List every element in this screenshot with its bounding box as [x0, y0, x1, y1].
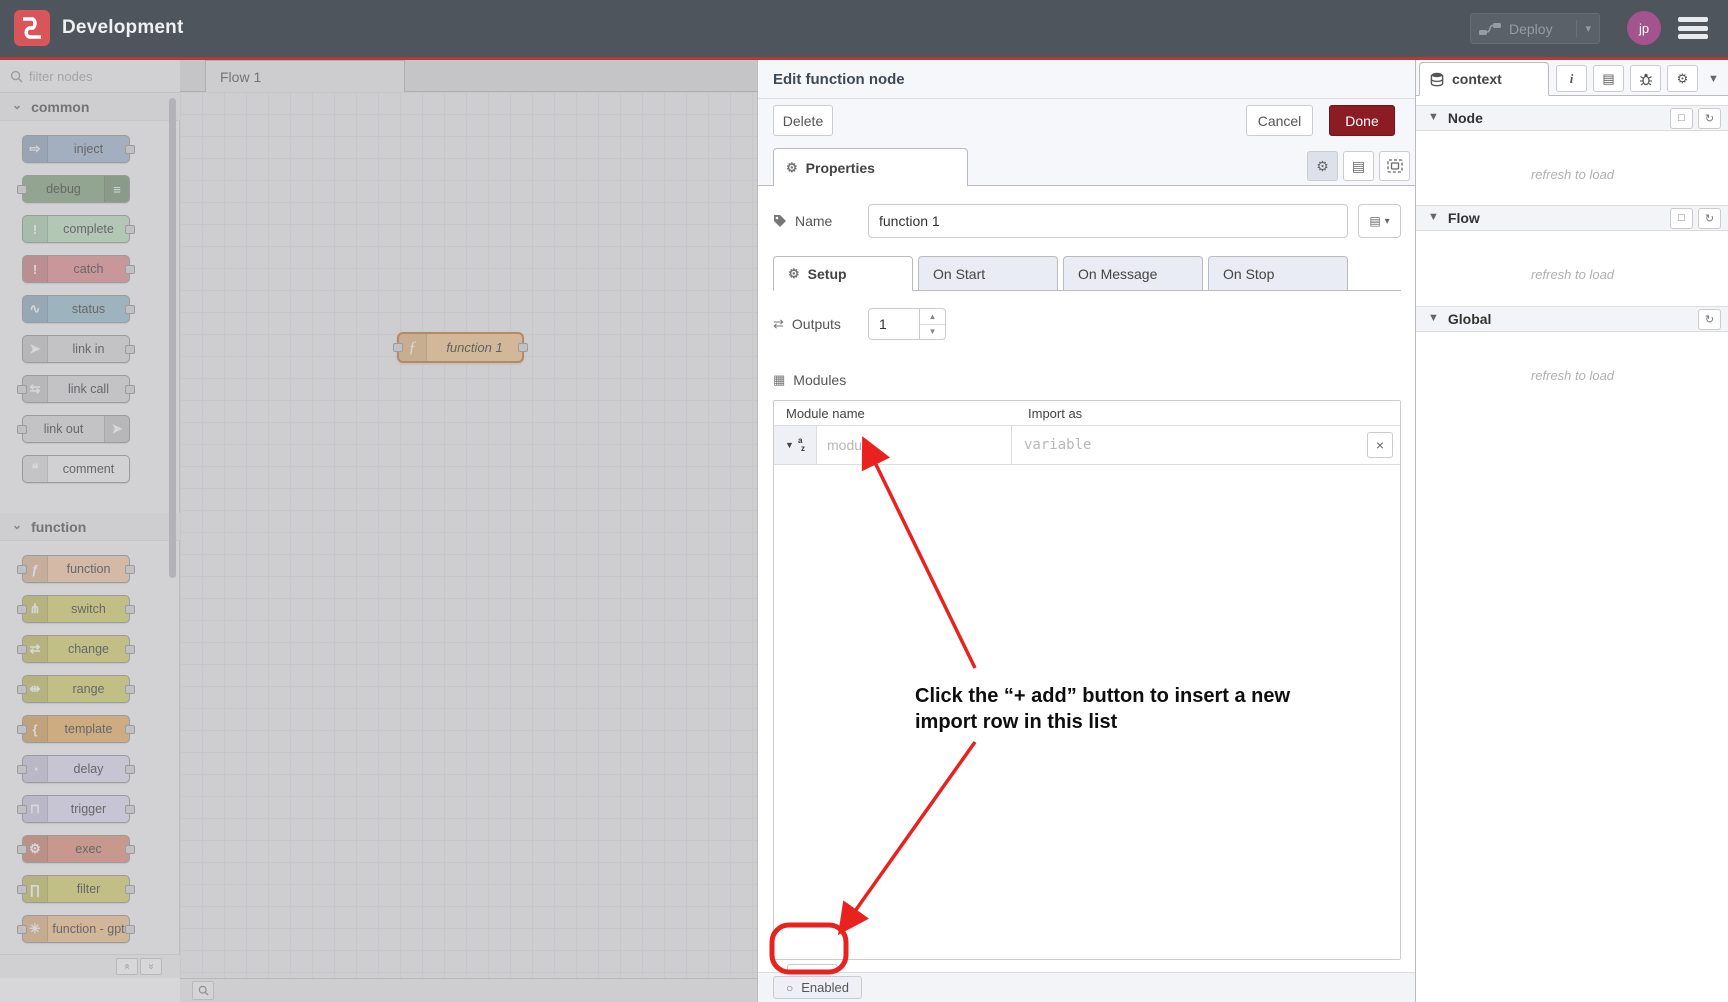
book-icon: ▤	[1602, 71, 1614, 87]
toggle-circle-icon: ○	[786, 981, 793, 995]
app-header: Development Deploy ▾ jp	[0, 0, 1728, 57]
deploy-options-caret-icon[interactable]: ▾	[1576, 20, 1591, 38]
node-red-logo-icon	[14, 10, 50, 46]
spinner-up-button[interactable]: ▲	[920, 309, 945, 325]
main-menu-button[interactable]	[1678, 15, 1708, 41]
tab-on-start[interactable]: On Start	[918, 256, 1058, 291]
config-sidebar-button[interactable]: ⚙	[1667, 65, 1698, 92]
spinner-down-button[interactable]: ▼	[920, 325, 945, 340]
tab-setup[interactable]: ⚙ Setup	[773, 256, 913, 291]
tab-label: On Stop	[1223, 266, 1274, 282]
tag-icon	[773, 214, 787, 228]
context-empty-message: refresh to load	[1416, 167, 1728, 182]
sort-az-icon: az	[798, 437, 805, 453]
section-buttons: □↻	[1670, 108, 1721, 129]
outputs-count-input[interactable]	[868, 308, 920, 340]
deploy-label: Deploy	[1509, 21, 1568, 37]
right-sidebar: context i ▤ ⚙ ▼ ▼Node□↻refresh to loa	[1415, 60, 1728, 1002]
gear-icon: ⚙	[786, 160, 798, 176]
row-drag-handle[interactable]: ▼ az	[774, 426, 817, 464]
close-icon: ×	[1376, 437, 1384, 453]
tab-label: On Start	[933, 266, 985, 282]
cubes-icon: ▦	[773, 372, 785, 388]
context-empty-message: refresh to load	[1416, 267, 1728, 282]
library-button[interactable]: ▤▾	[1358, 204, 1401, 238]
info-icon: i	[1570, 71, 1574, 87]
cancel-button[interactable]: Cancel	[1246, 105, 1313, 136]
editor-shade-overlay	[0, 60, 757, 1002]
open-window-button[interactable]: □	[1670, 208, 1693, 229]
import-as-input[interactable]	[1012, 437, 1360, 453]
tab-properties[interactable]: ⚙ Properties	[773, 148, 968, 186]
outputs-field-label: ⇄ Outputs	[773, 316, 868, 332]
help-sidebar-button[interactable]: ▤	[1593, 65, 1624, 92]
chevron-down-icon: ▼	[785, 440, 794, 450]
chevron-down-icon: ▼	[1428, 312, 1439, 324]
context-section-node[interactable]: ▼ Node □↻	[1416, 105, 1728, 131]
context-section-global[interactable]: ▼ Global ↻	[1416, 306, 1728, 332]
node-enabled-toggle[interactable]: ○ Enabled	[773, 976, 862, 999]
section-buttons: ↻	[1698, 309, 1721, 330]
column-header-import-as: Import as	[1016, 406, 1082, 421]
gear-icon: ⚙	[1677, 71, 1689, 87]
refresh-button[interactable]: ↻	[1698, 108, 1721, 129]
module-import-row: ▼ az ×	[774, 426, 1400, 465]
deploy-nodes-icon	[1479, 22, 1501, 36]
user-avatar[interactable]: jp	[1627, 11, 1661, 45]
section-buttons: □↻	[1670, 208, 1721, 229]
modules-table: Module name Import as ▼ az ×	[773, 400, 1401, 960]
delete-row-button[interactable]: ×	[1367, 432, 1393, 458]
info-sidebar-button[interactable]: i	[1556, 65, 1587, 92]
delete-button[interactable]: Delete	[773, 105, 833, 136]
modules-table-header: Module name Import as	[774, 401, 1400, 426]
document-icon: ▤	[1352, 158, 1365, 175]
node-settings-button[interactable]: ⚙	[1307, 151, 1338, 181]
module-name-input[interactable]	[817, 437, 1011, 453]
workspace-title: Development	[62, 17, 184, 39]
node-edit-form: Name ▤▾ ⚙SetupOn StartOn MessageOn Stop …	[758, 186, 1416, 972]
shuffle-icon: ⇄	[773, 316, 784, 332]
gear-icon: ⚙	[788, 266, 800, 282]
node-description-button[interactable]: ▤	[1343, 151, 1374, 181]
modules-section-label: ▦ Modules	[773, 372, 846, 388]
tab-on-message[interactable]: On Message	[1063, 256, 1203, 291]
node-red-editor: Development Deploy ▾ jp ⌄common⇨injectde…	[0, 0, 1728, 1002]
tab-on-stop[interactable]: On Stop	[1208, 256, 1348, 291]
debug-sidebar-button[interactable]	[1630, 65, 1661, 92]
open-window-button[interactable]: □	[1670, 108, 1693, 129]
context-empty-message: refresh to load	[1416, 368, 1728, 383]
refresh-button[interactable]: ↻	[1698, 208, 1721, 229]
tray-footer: ○ Enabled	[758, 972, 1416, 1002]
function-editor-tabs: ⚙ Setup On Start On Message On Stop	[773, 256, 1401, 291]
tab-label: On Message	[1078, 266, 1157, 282]
column-header-module-name: Module name	[774, 406, 1016, 421]
appearance-selection-icon	[1387, 159, 1403, 173]
name-field-label: Name	[773, 213, 868, 229]
section-label: Global	[1448, 311, 1689, 327]
done-button[interactable]: Done	[1329, 105, 1395, 136]
bug-icon	[1639, 72, 1653, 86]
environment-accent-bar	[0, 57, 1728, 60]
outputs-spinner: ▲ ▼	[868, 308, 946, 340]
node-appearance-button[interactable]	[1379, 151, 1410, 181]
tab-label: Setup	[808, 266, 847, 282]
tab-context[interactable]: context	[1419, 62, 1549, 96]
chevron-down-icon: ▼	[1428, 211, 1439, 223]
book-icon: ▤	[1369, 214, 1380, 228]
sidebar-options-caret-icon[interactable]: ▼	[1708, 73, 1719, 85]
context-section-flow[interactable]: ▼ Flow □↻	[1416, 205, 1728, 231]
deploy-button[interactable]: Deploy ▾	[1470, 13, 1600, 44]
gear-icon: ⚙	[1316, 158, 1329, 175]
section-label: Node	[1448, 110, 1661, 126]
refresh-button[interactable]: ↻	[1698, 309, 1721, 330]
node-name-input[interactable]	[868, 204, 1348, 238]
chevron-down-icon: ▼	[1428, 111, 1439, 123]
edit-node-tray: Edit function node Delete Cancel Done ⚙ …	[757, 60, 1415, 1002]
database-icon	[1430, 72, 1444, 87]
tray-title: Edit function node	[773, 60, 905, 98]
chevron-down-icon: ▾	[1385, 216, 1390, 227]
section-label: Flow	[1448, 210, 1661, 226]
